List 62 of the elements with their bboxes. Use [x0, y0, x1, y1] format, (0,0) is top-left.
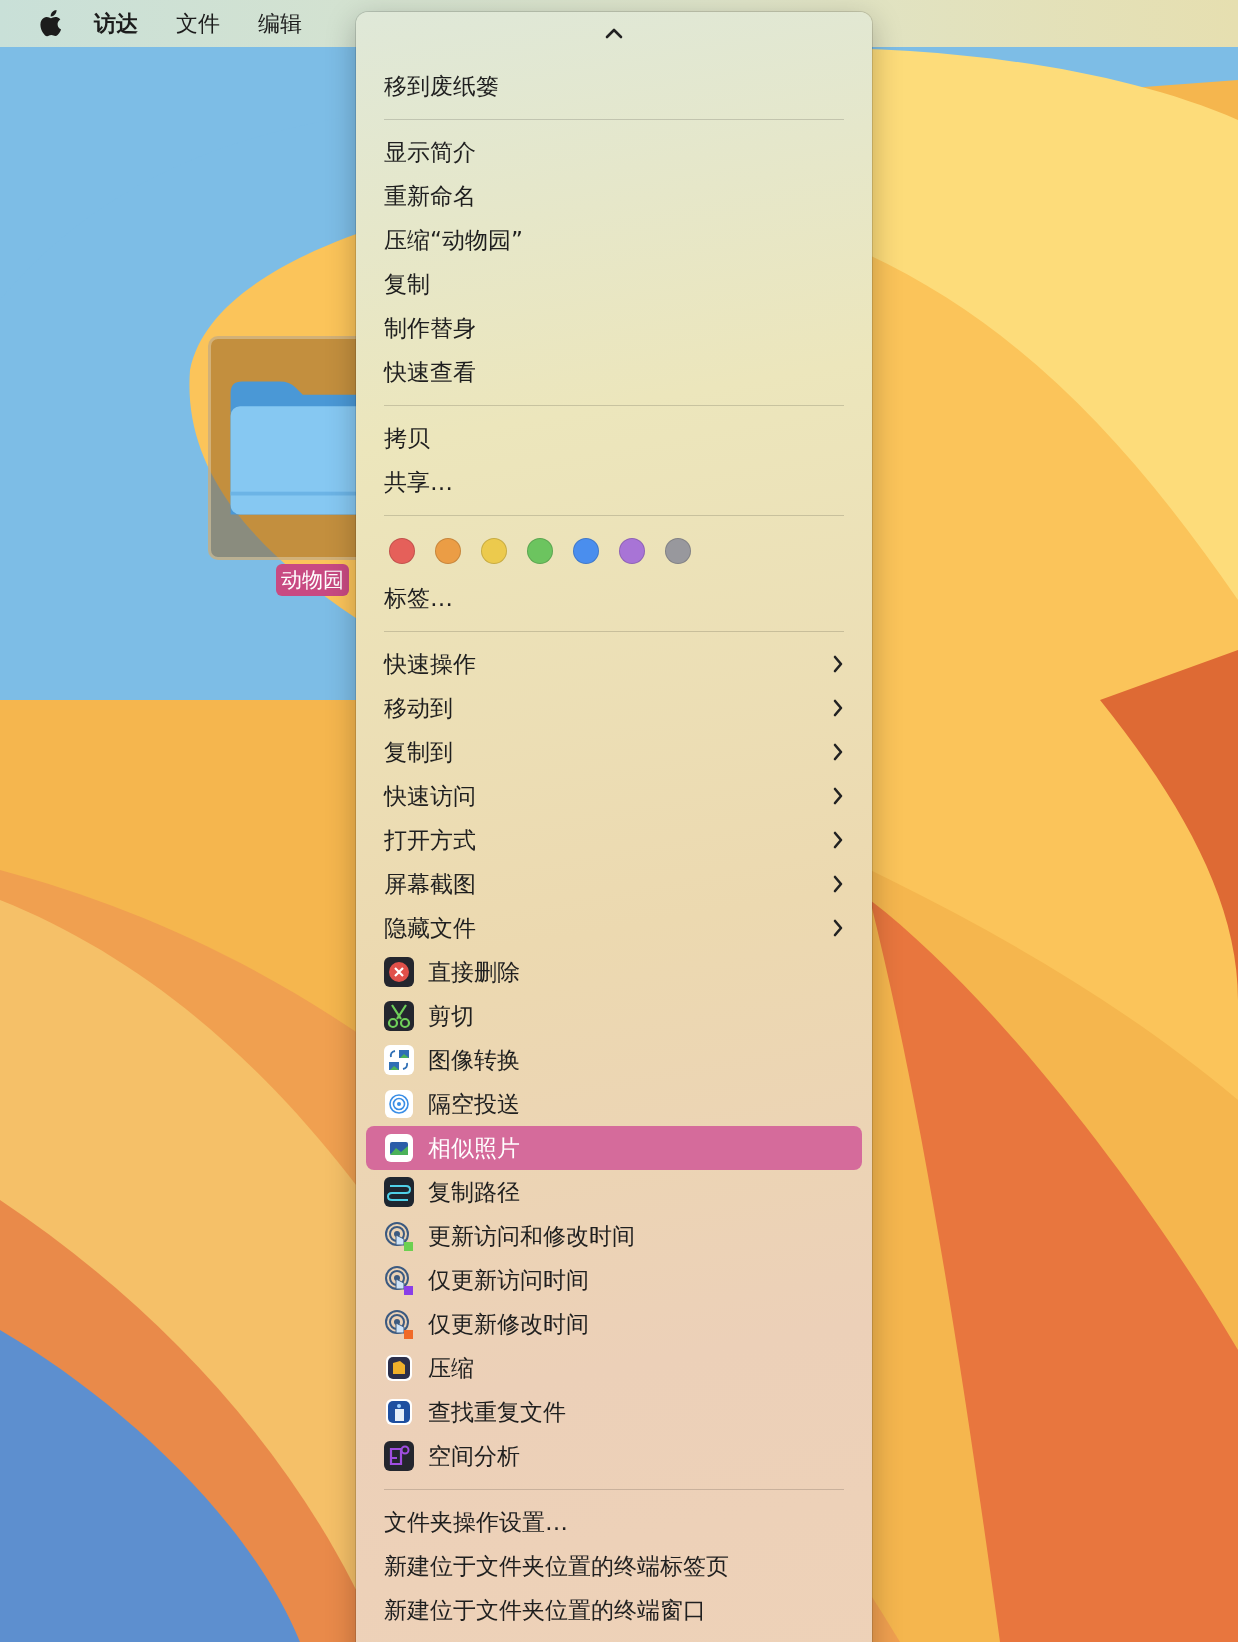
menu-item[interactable]: 剪切 [366, 994, 862, 1038]
chevron-right-icon [832, 918, 844, 938]
menu-item[interactable]: 快速操作 [366, 642, 862, 686]
scissors-icon [384, 1001, 414, 1031]
chevron-right-icon [832, 786, 844, 806]
chevron-right-icon [832, 830, 844, 850]
menu-item[interactable]: 复制 [366, 262, 862, 306]
menu-item[interactable]: 复制路径 [366, 1170, 862, 1214]
menu-item[interactable]: 快速查看 [366, 350, 862, 394]
touch-rings-icon [384, 1309, 414, 1339]
chevron-up-icon[interactable] [604, 27, 624, 39]
menu-item[interactable]: 隔空投送 [366, 1082, 862, 1126]
tag-color-dot[interactable] [573, 538, 599, 564]
menu-item[interactable]: 屏幕截图 [366, 862, 862, 906]
menu-item[interactable]: 查找重复文件 [366, 1390, 862, 1434]
chevron-right-icon [832, 874, 844, 894]
menu-item[interactable]: 压缩 [366, 1346, 862, 1390]
chevron-right-icon [832, 654, 844, 674]
concentric-rings-icon [384, 1089, 414, 1119]
menu-item[interactable]: 打开方式 [366, 818, 862, 862]
menu-item[interactable]: 标签… [366, 576, 862, 620]
menu-item[interactable]: 文件夹操作设置… [366, 1500, 862, 1544]
path-lines-icon [384, 1177, 414, 1207]
folder-label[interactable]: 动物园 [276, 564, 349, 596]
tag-color-dot[interactable] [527, 538, 553, 564]
image-swap-icon [384, 1045, 414, 1075]
menu-item[interactable]: 复制到 [366, 730, 862, 774]
menu-item[interactable]: 直接删除 [366, 950, 862, 994]
menu-item[interactable]: 重新命名 [366, 174, 862, 218]
menu-bar-item[interactable]: 文件 [176, 8, 220, 39]
menu-item[interactable]: 新建位于文件夹位置的终端标签页 [366, 1544, 862, 1588]
tag-color-dot[interactable] [619, 538, 645, 564]
menu-item[interactable]: 快速访问 [366, 774, 862, 818]
menu-bar-item[interactable]: 访达 [94, 8, 138, 39]
tag-color-dot[interactable] [481, 538, 507, 564]
picture-icon [384, 1133, 414, 1163]
menu-item[interactable]: 图像转换 [366, 1038, 862, 1082]
menu-item[interactable]: 新建位于文件夹位置的终端窗口 [366, 1588, 862, 1632]
file-icon [384, 1397, 414, 1427]
apple-logo-icon[interactable] [40, 9, 64, 38]
menu-item[interactable]: 压缩“动物园” [366, 218, 862, 262]
menu-item[interactable]: 拷贝 [366, 416, 862, 460]
tag-color-dot[interactable] [435, 538, 461, 564]
touch-rings-icon [384, 1265, 414, 1295]
menu-item[interactable]: 仅更新访问时间 [366, 1258, 862, 1302]
magnifier-file-icon [384, 1441, 414, 1471]
touch-rings-icon [384, 1221, 414, 1251]
menu-item[interactable]: 显示简介 [366, 130, 862, 174]
tag-color-dot[interactable] [389, 538, 415, 564]
menu-bar-item[interactable]: 编辑 [258, 8, 302, 39]
menu-item[interactable]: 空间分析 [366, 1434, 862, 1478]
box-icon [384, 1353, 414, 1383]
menu-item[interactable]: 隐藏文件 [366, 906, 862, 950]
menu-item[interactable]: 移动到 [366, 686, 862, 730]
chevron-right-icon [832, 742, 844, 762]
chevron-right-icon [832, 698, 844, 718]
menu-item[interactable]: 移到废纸篓 [366, 64, 862, 108]
menu-item[interactable]: 制作替身 [366, 306, 862, 350]
tag-color-dot[interactable] [665, 538, 691, 564]
menu-item[interactable]: 更新访问和修改时间 [366, 1214, 862, 1258]
menu-item[interactable]: 仅更新修改时间 [366, 1302, 862, 1346]
menu-item[interactable]: 共享… [366, 460, 862, 504]
